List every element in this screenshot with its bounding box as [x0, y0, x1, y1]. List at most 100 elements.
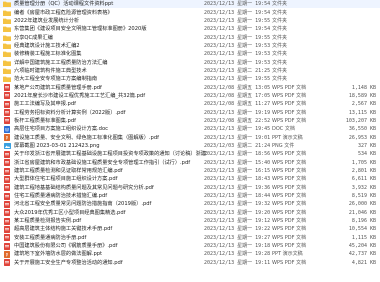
file-row[interactable]: 关于开展施工安全生产专项整治活动的通知.pdf 2023/12/13 星期一 19… — [0, 259, 380, 267]
file-row[interactable]: 大型群体住宅工程项目施工组织设计方案.pdf 2023/12/13 星期一 18:… — [0, 175, 380, 183]
file-date: 2023/12/13 星期一 19:20 — [204, 209, 271, 216]
file-type: WPS PDF 文档 — [272, 101, 307, 108]
folder-icon — [3, 51, 11, 58]
file-size: 13,115 KB — [348, 109, 376, 116]
folder-icon — [3, 68, 11, 74]
file-row[interactable]: 大众2019年优秀工区小型项目经典图集精选.pdf 2023/12/13 星期一 … — [0, 209, 380, 217]
file-type: WPS PDF 文档 — [272, 193, 307, 200]
file-size: 8,519 KB — [351, 193, 376, 200]
file-name: 屏幕截图 2023-03-01 212423.png — [14, 143, 100, 150]
file-row[interactable]: 分享QC成果汇编 2023/12/13 星期一 19:55 文件夹 — [0, 33, 380, 41]
file-name: 质量管理分册（QC）活动课程文件资料ppt — [14, 1, 114, 8]
file-row[interactable]: 工程劳务招标资料分析计算实例（2022版）.pdf 2023/12/13 星期一 … — [0, 108, 380, 117]
file-row[interactable]: 详解中国建筑施工工程质量防治方法汇编 2023/12/13 星期一 19:53 文件… — [0, 58, 380, 66]
file-type: 文件夹 — [272, 9, 288, 16]
file-date: 2023/12/13 星期一 19:18 — [204, 243, 271, 250]
file-date: 2023/12/13 星期一 19:19 — [204, 109, 271, 116]
file-row[interactable]: 六项临时建筑构件施工典型技术 2023/12/13 星期二 21:25 文件夹 — [0, 67, 380, 75]
pdf-icon — [3, 175, 11, 183]
file-name: 经典建筑设计施工技术汇编2 — [14, 42, 80, 49]
file-name: 建设施工质量、安全文明、绿色施工标准化图集（图解版）.pdf — [14, 134, 159, 141]
file-type: WPS PDF 文档 — [272, 176, 307, 183]
file-row[interactable]: 某地产公司建筑工程质量管理手册.pdf 2023/12/08 星期五 13:05 W… — [0, 83, 380, 92]
file-date: 2023/12/13 星期一 19:53 — [204, 42, 271, 49]
file-type: 文件夹 — [272, 76, 288, 83]
file-date: 2023/12/13 星期一 19:28 — [204, 251, 271, 258]
file-name: 大众2019年优秀工区小型项目经典图集精选.pdf — [14, 209, 126, 216]
file-row[interactable]: 屏幕截图 2023-03-01 212423.png 2023/12/03 星期二… — [0, 142, 380, 150]
file-row[interactable]: 中国建筑股份有限公司《钢筋质量手册》.pdf 2023/12/13 星期一 19:… — [0, 242, 380, 250]
pdf-icon — [3, 200, 11, 208]
file-type: 文件夹 — [272, 34, 288, 41]
file-row[interactable]: 浙江省房屋建筑和市政基础设施工程质量安全专项管理工作指引（试行）.pdf 2023… — [0, 159, 380, 167]
file-size: 42,737 KB — [348, 251, 376, 258]
file-row[interactable]: P 建设施工质量、安全文明、绿色施工标准化图集（图解版）.pdf 2023/12/1… — [0, 134, 380, 142]
file-row[interactable]: 安装工程质量通病防治手册.pdf 2023/12/13 星期一 19:27 WPS … — [0, 234, 380, 242]
file-size: 1,705 KB — [351, 159, 376, 166]
file-row[interactable]: 东营集团《建设项目安全文明施工管理标准图册》2020版 2023/12/13 星期… — [0, 25, 380, 33]
file-row[interactable]: 2021年度长沙市建设工程优秀施工工艺汇编_共32篇.pdf 2023/12/08… — [0, 92, 380, 100]
file-name: 建筑工程质量检测和见证取样常用规范汇编.pdf — [14, 168, 123, 175]
file-row[interactable]: 超高层建筑主体结构施工关键技术手册.pdf 2023/12/13 星期一 19:2… — [0, 225, 380, 233]
folder-icon — [3, 76, 11, 83]
file-row[interactable]: 某工程质量检测报告实例.pdf 2023/12/13 星期一 19:12 WPS P… — [0, 217, 380, 225]
file-name: 2022年建筑业发展统计分析 — [14, 17, 80, 24]
file-row[interactable]: 建筑工程质量检测和见证取样常用规范汇编.pdf 2023/12/13 星期一 16… — [0, 167, 380, 175]
file-name: 装修精装工程施工标准化图集 — [14, 51, 82, 58]
file-row[interactable]: 板杆工程质量标准图集.pdf 2023/12/08 星期五 22:52 WPS PD… — [0, 117, 380, 125]
file-row[interactable]: 住宅工程质量通病防治技术措施汇编.pdf 2023/12/13 星期一 18:44… — [0, 192, 380, 200]
file-name: 大型群体住宅工程项目施工组织设计方案.pdf — [14, 176, 118, 183]
file-type: WPS PDF 文档 — [272, 218, 307, 225]
file-name: 超高层建筑主体结构施工关键技术手册.pdf — [14, 226, 113, 233]
file-name: 2021年度长沙市建设工程优秀施工工艺汇编_共32篇.pdf — [14, 92, 146, 99]
file-type: WPS PDF 文档 — [272, 259, 307, 266]
file-name: 某地产公司建筑工程质量管理手册.pdf — [14, 84, 102, 91]
file-row[interactable]: 编者《房屋市政工程危险源管理资料表格》 2023/12/13 星期一 19:54 文… — [0, 8, 380, 16]
pdf-icon — [3, 225, 11, 233]
file-name: 某工程质量检测报告实例.pdf — [14, 218, 82, 225]
file-date: 2023/12/13 星期一 18:44 — [204, 193, 271, 200]
file-type: WPS PDF 文档 — [272, 201, 307, 208]
file-date: 2023/12/13 星期一 19:36 — [204, 184, 271, 191]
file-row[interactable]: 装修精装工程施工标准化图集 2023/12/13 星期一 19:53 文件夹 — [0, 50, 380, 58]
file-date: 2023/12/13 星期一 19:22 — [204, 226, 271, 233]
file-type: WPS PDF 文档 — [272, 92, 307, 99]
file-row[interactable]: 范大工程全安专项施工方案编制指南 2023/12/13 星期一 19:55 文件夹 — [0, 75, 380, 83]
file-row[interactable]: 质量管理分册（QC）活动课程文件资料ppt 2023/12/13 星期一 19:5… — [0, 0, 380, 9]
file-name: 河北省工程安全质量常见问题防治措施指南（2019版）.pdf — [14, 201, 152, 208]
file-row[interactable]: 经典建筑设计施工技术汇编2 2023/12/13 星期一 19:53 文件夹 — [0, 42, 380, 50]
file-row[interactable]: 河北省工程安全质量常见问题防治措施指南（2019版）.pdf 2023/12/13… — [0, 200, 380, 208]
svg-text:W: W — [5, 127, 9, 132]
file-row[interactable]: 建筑工程地基基础结构质量问题及其常见问题与研究分析.pdf 2023/12/13 … — [0, 184, 380, 192]
file-date: 2023/12/13 星期一 19:11 — [204, 259, 271, 266]
pdf-icon — [3, 192, 11, 200]
pdf-icon — [3, 100, 11, 108]
file-type: 文件夹 — [272, 42, 288, 49]
file-row[interactable]: W 高层住宅项目方案施工组织设计方案.doc 2023/12/13 星期一 19:4… — [0, 125, 380, 133]
file-row[interactable]: 2022年建筑业发展统计分析 2023/12/13 星期一 19:55 文件夹 — [0, 17, 380, 25]
file-size: 21,046 KB — [348, 209, 376, 216]
file-type: PNG 文件 — [272, 143, 295, 150]
pdf-icon — [3, 92, 11, 100]
file-row[interactable]: P 建筑地下室外墙防水层的做法图解.ppt 2023/12/13 星期一 19:28… — [0, 250, 380, 258]
pdf-icon — [3, 259, 11, 267]
file-date: 2023/12/08 星期五 11:27 — [204, 101, 271, 108]
file-name: 工程劳务招标资料分析计算实例（2022版）.pdf — [14, 109, 126, 116]
file-list: 质量管理分册（QC）活动课程文件资料ppt 2023/12/13 星期一 19:5… — [0, 0, 380, 282]
pdf-icon — [3, 234, 11, 242]
pdf-icon — [3, 117, 11, 125]
file-type: WPS PDF 文档 — [272, 209, 307, 216]
file-size: 26,953 KB — [348, 134, 376, 141]
file-row[interactable]: 关于印发浙江省开展建筑工程基础设施工程项目投资专项政策的通知（讨论稿）浙建发【2… — [0, 150, 380, 158]
file-date: 2023/12/08 星期五 22:52 — [204, 117, 271, 124]
file-row[interactable]: 施工工法编写及其申报.pdf 2023/12/08 星期五 11:27 WPS PD… — [0, 100, 380, 108]
file-name: 关于开展施工安全生产专项整治活动的通知.pdf — [14, 259, 123, 266]
file-type: 文件夹 — [272, 17, 288, 24]
file-date: 2023/12/13 星期一 19:55 — [204, 17, 271, 24]
file-name: 详解中国建筑施工工程质量防治方法汇编 — [14, 59, 108, 66]
file-size: 36,550 KB — [348, 126, 376, 133]
file-type: WPS PDF 文档 — [272, 117, 307, 124]
file-size: 18,589 KB — [348, 92, 376, 99]
pdf-icon — [3, 184, 11, 192]
file-type: WPS PDF 文档 — [272, 226, 307, 233]
